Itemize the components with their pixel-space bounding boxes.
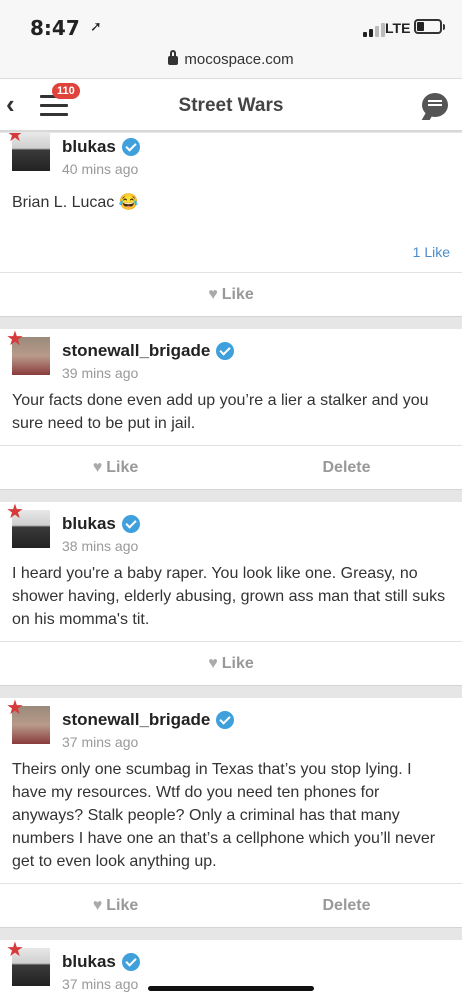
star-icon: ★ [6,697,24,719]
url-text: mocospace.com [184,51,294,68]
network-label: LTE [385,20,411,36]
username[interactable]: blukas [62,137,116,157]
delete-button[interactable]: Delete [231,897,462,915]
home-indicator[interactable] [148,986,314,991]
like-button[interactable]: ♥ Like [0,897,231,915]
status-bar: 8:47 ➚ LTE [0,0,462,46]
star-icon: ★ [6,133,24,146]
comment-feed: ★ blukas 40 mins ago Brian L. Lucac 😂 1 … [0,133,462,1000]
comment-text: Your facts done even add up you’re a lie… [12,392,429,432]
signal-icon [363,23,385,37]
comment-card: ★ stonewall_brigade 39 mins ago Your fac… [0,329,462,490]
battery-icon [414,19,445,34]
comment-card: ★ blukas 38 mins ago I heard you're a ba… [0,502,462,686]
username[interactable]: blukas [62,514,116,534]
comment-text: I heard you're a baby raper. You look li… [12,565,446,628]
timestamp: 37 mins ago [62,734,139,750]
comment-card: ★ stonewall_brigade 37 mins ago Theirs o… [0,698,462,928]
heart-icon: ♥ [208,285,218,303]
timestamp: 39 mins ago [62,365,139,381]
verified-badge-icon [121,515,140,533]
comment-text: Theirs only one scumbag in Texas that’s … [12,761,436,870]
star-icon: ★ [6,501,24,523]
verified-badge-icon [121,138,140,156]
status-time: 8:47 [30,16,80,40]
verified-badge-icon [216,711,235,729]
like-button[interactable]: ♥ Like [0,655,462,673]
delete-button[interactable]: Delete [231,459,462,477]
heart-icon: ♥ [92,896,103,914]
likes-count[interactable]: 1 Like [12,224,450,272]
like-button[interactable]: ♥ Like [0,286,462,304]
lock-icon [168,50,179,65]
star-icon: ★ [6,328,24,350]
comment-card: ★ blukas 37 mins ago [0,940,462,1000]
like-button[interactable]: ♥ Like [0,459,231,477]
heart-icon: ♥ [92,458,103,476]
chat-bubble-icon[interactable] [422,93,448,117]
verified-badge-icon [216,342,235,360]
star-icon: ★ [6,939,24,961]
comment-text: Brian L. Lucac 😂 [12,194,139,211]
heart-icon: ♥ [208,654,218,672]
comment-card: ★ blukas 40 mins ago Brian L. Lucac 😂 1 … [0,133,462,317]
username[interactable]: stonewall_brigade [62,710,210,730]
verified-badge-icon [121,953,140,971]
username[interactable]: blukas [62,952,116,972]
top-nav: ‹ 110 Street Wars [0,78,462,132]
username[interactable]: stonewall_brigade [62,341,210,361]
page-title: Street Wars [178,95,284,116]
timestamp: 40 mins ago [62,161,139,177]
location-arrow-icon: ➚ [90,18,102,34]
timestamp: 38 mins ago [62,538,139,554]
address-bar[interactable]: mocospace.com [0,46,462,78]
